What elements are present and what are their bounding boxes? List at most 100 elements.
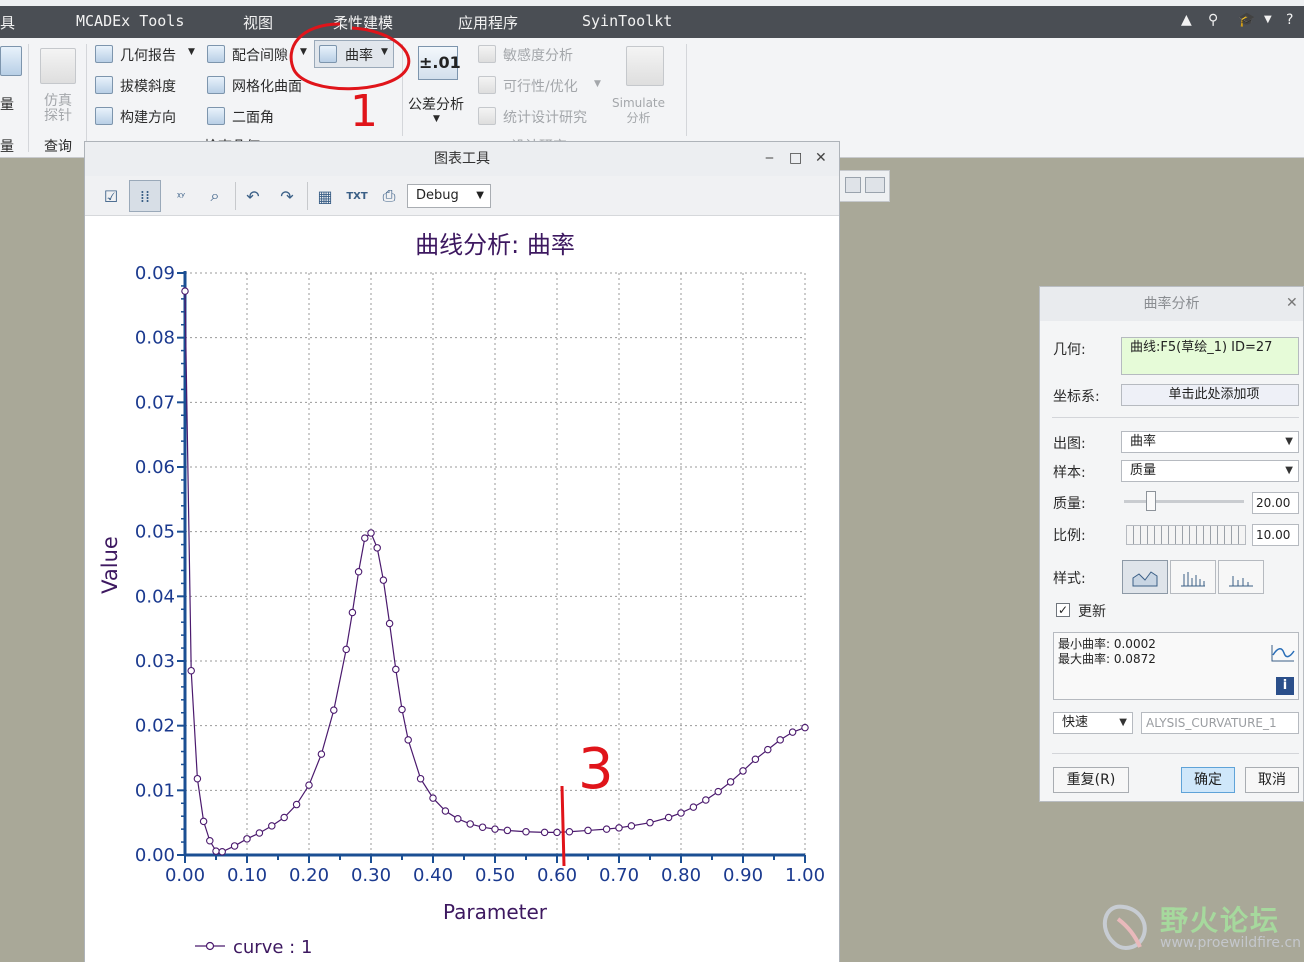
menu-syintoolkt[interactable]: SyinToolkt — [582, 12, 672, 30]
tolerance-analysis-icon[interactable]: ±.01 — [418, 46, 461, 80]
plot-select[interactable]: 曲率 ▼ — [1121, 431, 1299, 453]
data-point — [292, 800, 301, 809]
menu-tools-partial[interactable]: 具 — [0, 12, 15, 33]
data-point — [615, 824, 623, 832]
quality-slider-thumb[interactable] — [1146, 491, 1156, 511]
draft-button[interactable]: 拔模斜度 — [120, 76, 176, 96]
geometry-report-button[interactable]: 几何报告 — [120, 45, 176, 65]
simulate-probe-label[interactable]: 仿真 探针 — [44, 94, 72, 124]
learning-icon[interactable]: 🎓 — [1238, 12, 1255, 28]
xy-coordinate-icon[interactable]: ᵡʸ — [165, 180, 197, 212]
chevron-down-icon[interactable]: ▼ — [433, 114, 440, 124]
style-label: 样式: — [1053, 571, 1086, 587]
quality-slider-track[interactable] — [1124, 500, 1244, 503]
simulate-analysis-button[interactable]: Simulate 分析 — [612, 96, 665, 126]
info-icon[interactable]: i — [1276, 677, 1294, 695]
data-point — [429, 794, 437, 802]
checklist-icon[interactable]: ☑ — [95, 180, 127, 212]
csys-label: 坐标系: — [1053, 389, 1100, 405]
y-tick-label: 0.05 — [135, 522, 175, 543]
redo-icon[interactable]: ↷ — [271, 180, 303, 212]
x-tick-label: 0.40 — [413, 865, 453, 886]
simulate-probe-icon[interactable] — [40, 48, 76, 84]
grid-view-icon[interactable]: ⁞⁞ — [129, 180, 161, 212]
maximize-icon[interactable]: □ — [789, 150, 802, 166]
data-point — [206, 837, 214, 845]
y-tick-label: 0.07 — [135, 392, 175, 413]
csys-collector[interactable]: 单击此处添加项 — [1121, 384, 1299, 406]
build-direction-icon — [95, 107, 113, 125]
repeat-button[interactable]: 重复(R) — [1053, 767, 1129, 793]
x-tick-label: 0.30 — [351, 865, 391, 886]
sample-select[interactable]: 质量 ▼ — [1121, 460, 1299, 482]
style-bars-button[interactable] — [1218, 560, 1264, 594]
close-icon[interactable]: ✕ — [1286, 295, 1298, 311]
x-tick-label: 0.90 — [723, 865, 763, 886]
scale-thumbwheel[interactable] — [1126, 525, 1246, 545]
display-icon[interactable] — [865, 177, 885, 193]
dihedral-button[interactable]: 二面角 — [232, 107, 274, 127]
data-point — [330, 706, 338, 714]
quick-select[interactable]: 快速 ▼ — [1053, 712, 1133, 734]
ok-button[interactable]: 确定 — [1181, 767, 1235, 793]
collapse-ribbon-icon[interactable]: ▲ — [1181, 12, 1192, 28]
sensitivity-button[interactable]: 敏感度分析 — [503, 45, 573, 65]
query-group-label: 查询 — [44, 139, 72, 155]
window-top-strip — [0, 0, 1304, 6]
simulate-analysis-icon[interactable] — [626, 46, 664, 86]
data-point — [255, 829, 264, 837]
data-point — [801, 723, 809, 732]
help-icon[interactable]: ? — [1286, 12, 1293, 28]
chevron-down-icon[interactable]: ▼ — [188, 47, 195, 57]
chevron-down-icon[interactable]: ▼ — [594, 79, 601, 89]
geometry-report-icon — [95, 45, 113, 63]
data-point — [187, 666, 195, 675]
minimize-icon[interactable]: ‒ — [765, 150, 774, 166]
legend-marker — [205, 941, 215, 951]
geometry-collector[interactable]: 曲线:F5(草绘_1) ID=27 — [1121, 337, 1299, 375]
chevron-down-icon[interactable]: ▼ — [476, 185, 484, 207]
geometry-label: 几何: — [1053, 342, 1086, 358]
data-point — [373, 544, 381, 552]
print-icon[interactable]: ⎙ — [373, 180, 405, 212]
data-point — [664, 813, 673, 822]
zoom-icon[interactable]: ⌕ — [199, 180, 231, 212]
update-checkbox[interactable]: ✓ — [1056, 603, 1070, 617]
quality-input[interactable]: 20.00 — [1252, 492, 1299, 514]
data-point — [342, 645, 350, 654]
cancel-button[interactable]: 取消 — [1245, 767, 1299, 793]
view-icon[interactable] — [845, 177, 861, 193]
close-icon[interactable]: ✕ — [815, 150, 827, 166]
menu-mcadex-tools[interactable]: MCADEx Tools — [76, 12, 184, 30]
undo-icon[interactable]: ↶ — [237, 180, 269, 212]
data-point — [404, 736, 412, 744]
style-quills-button[interactable] — [1170, 560, 1216, 594]
scale-input[interactable]: 10.00 — [1252, 524, 1299, 546]
table-icon[interactable]: ▦ — [309, 180, 341, 212]
watermark-logo — [1103, 904, 1147, 950]
search-icon[interactable]: ⚲ — [1208, 12, 1218, 28]
feasibility-button[interactable]: 可行性/优化 — [503, 76, 578, 96]
dialog-title: 曲率分析 — [1040, 287, 1303, 321]
plot-label: 出图: — [1053, 436, 1086, 452]
quick-select-value: 快速 — [1062, 715, 1089, 730]
y-tick-label: 0.03 — [135, 651, 175, 672]
debug-select[interactable]: Debug ▼ — [407, 184, 491, 208]
build-direction-button[interactable]: 构建方向 — [120, 107, 176, 127]
data-point — [776, 736, 784, 744]
style-filled-button[interactable] — [1122, 560, 1168, 594]
chevron-down-icon[interactable]: ▼ — [1264, 14, 1272, 25]
data-point — [726, 778, 735, 786]
chevron-down-icon[interactable]: ▼ — [1285, 432, 1293, 452]
menu-applications[interactable]: 应用程序 — [458, 12, 518, 33]
chevron-down-icon[interactable]: ▼ — [1285, 461, 1293, 481]
scale-label: 比例: — [1053, 528, 1086, 544]
measure-icon[interactable] — [0, 46, 22, 76]
menu-view[interactable]: 视图 — [243, 12, 273, 33]
data-point — [602, 825, 611, 833]
show-graph-icon[interactable] — [1270, 643, 1296, 663]
chevron-down-icon[interactable]: ▼ — [1119, 713, 1127, 733]
export-text-icon[interactable]: TXT — [341, 180, 373, 212]
analysis-name-input[interactable]: ALYSIS_CURVATURE_1 — [1141, 712, 1299, 734]
statistical-study-button[interactable]: 统计设计研究 — [503, 107, 587, 127]
